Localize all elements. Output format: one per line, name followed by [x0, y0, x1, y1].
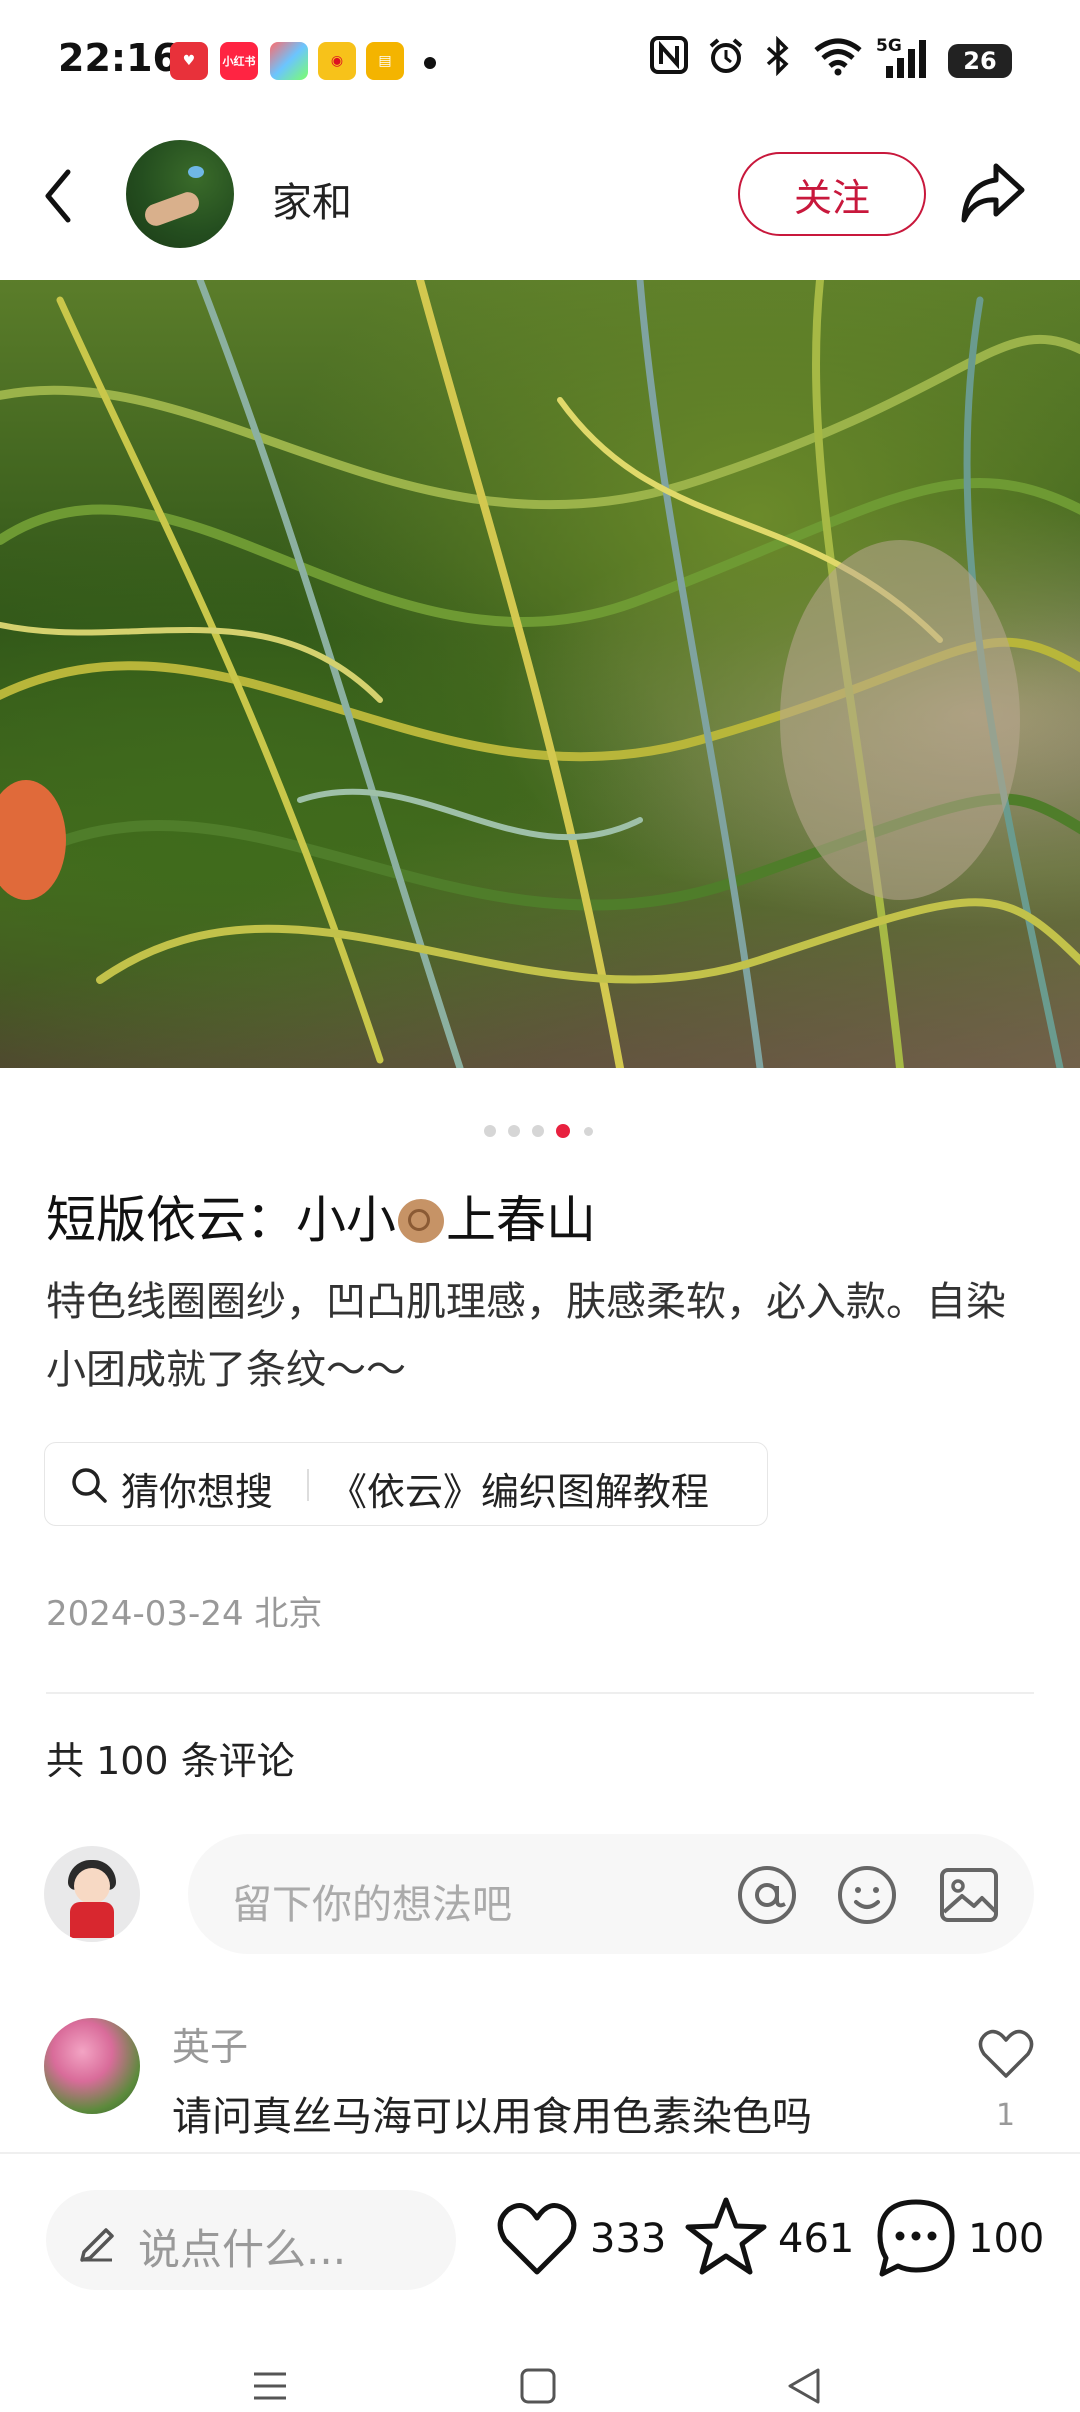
- bluetooth-icon: [764, 35, 792, 85]
- post-date-location: 2024-03-24 北京: [46, 1594, 323, 1634]
- home-button[interactable]: [518, 2366, 558, 2410]
- comment-input-placeholder: 留下你的想法吧: [232, 1882, 512, 1928]
- pager-dot: [532, 1125, 544, 1137]
- status-bar: 22:16 ♥ 小红书 ◉ ▤ 5G 26: [0, 0, 1080, 120]
- weibo-app-icon: ◉: [318, 42, 356, 80]
- divider: [46, 1692, 1034, 1694]
- signal-icon: [884, 36, 932, 89]
- post-description: 特色线圈圈纱，凹凸肌理感，肤感柔软，必入款。自染小团成就了条纹～～: [46, 1279, 1006, 1393]
- comment-button[interactable]: [874, 2196, 958, 2284]
- favorite-count: 461: [778, 2216, 855, 2262]
- favorite-button[interactable]: [684, 2194, 768, 2282]
- divider: [0, 2152, 1080, 2154]
- emoji-button[interactable]: [836, 1864, 898, 1930]
- like-button[interactable]: [496, 2200, 578, 2284]
- colorful-app-icon: [270, 42, 308, 80]
- pencil-icon: [76, 2220, 118, 2266]
- post-title-suffix: 上春山: [446, 1191, 596, 1249]
- image-icon: [940, 1868, 998, 1922]
- pager-dot-active: [556, 1124, 570, 1138]
- xiaohongshu-app-icon: 小红书: [220, 42, 258, 80]
- nfc-icon: [650, 36, 688, 83]
- post-title: 短版依云：小小 上春山: [46, 1180, 596, 1252]
- battery-indicator: 26: [948, 44, 1012, 78]
- comment-input[interactable]: 留下你的想法吧: [188, 1834, 1034, 1954]
- commenter-name[interactable]: 英子: [172, 2016, 248, 2071]
- author-name[interactable]: 家和: [272, 170, 352, 228]
- search-suggestion-text: 《依云》编织图解教程: [329, 1470, 710, 1514]
- comment-total: 100: [968, 2216, 1045, 2262]
- like-count: 333: [590, 2216, 667, 2262]
- smile-icon: [838, 1866, 896, 1924]
- heart-app-icon: ♥: [170, 42, 208, 80]
- back-arrow-icon: [45, 169, 71, 223]
- comment-like-button[interactable]: [978, 2028, 1034, 2084]
- say-something-input[interactable]: 说点什么...: [46, 2190, 456, 2290]
- back-nav-button[interactable]: [784, 2366, 824, 2410]
- post-image-carousel[interactable]: [0, 280, 1080, 1068]
- image-button[interactable]: [938, 1864, 1000, 1930]
- share-button[interactable]: [958, 160, 1028, 230]
- search-suggestion-chip[interactable]: 猜你想搜 《依云》编织图解教程: [44, 1442, 768, 1526]
- recent-apps-button[interactable]: [250, 2366, 290, 2410]
- comment-text[interactable]: 请问真丝马海可以用食用色素染色吗: [172, 2084, 812, 2142]
- divider: [307, 1469, 309, 1501]
- wifi-icon: [812, 36, 864, 85]
- share-icon: [961, 163, 1025, 223]
- pager-dot: [584, 1127, 593, 1136]
- snail-emoji-icon: [398, 1199, 444, 1243]
- search-icon: [69, 1465, 109, 1509]
- pager-dot: [508, 1125, 520, 1137]
- menu-icon: [254, 2372, 286, 2400]
- say-something-placeholder: 说点什么...: [138, 2225, 347, 2274]
- author-avatar[interactable]: [126, 140, 234, 248]
- more-notifications-dot: [424, 57, 436, 69]
- at-icon: [738, 1866, 796, 1924]
- my-avatar: [44, 1846, 140, 1942]
- post-title-prefix: 短版依云：小小: [46, 1191, 396, 1249]
- heart-icon: [978, 2029, 1034, 2078]
- pager-dot: [484, 1125, 496, 1137]
- clock: 22:16: [58, 36, 179, 80]
- alarm-icon: [706, 36, 746, 85]
- search-guess-label: 猜你想搜: [121, 1470, 274, 1514]
- comment-bubble-icon: [877, 2199, 955, 2277]
- commenter-avatar[interactable]: [44, 2018, 140, 2114]
- star-icon: [685, 2197, 767, 2275]
- heart-icon: [497, 2203, 577, 2275]
- post-header: 家和 关注: [0, 130, 1080, 270]
- notes-app-icon: ▤: [366, 42, 404, 80]
- triangle-back-icon: [788, 2368, 820, 2404]
- comment-count: 共 100 条评论: [46, 1739, 295, 1783]
- follow-button[interactable]: 关注: [738, 152, 926, 236]
- comment-like-count: 1: [996, 2098, 1016, 2133]
- square-icon: [520, 2368, 556, 2404]
- yarn-photo: [0, 280, 1080, 1068]
- mention-button[interactable]: [736, 1864, 798, 1930]
- back-button[interactable]: [40, 166, 76, 230]
